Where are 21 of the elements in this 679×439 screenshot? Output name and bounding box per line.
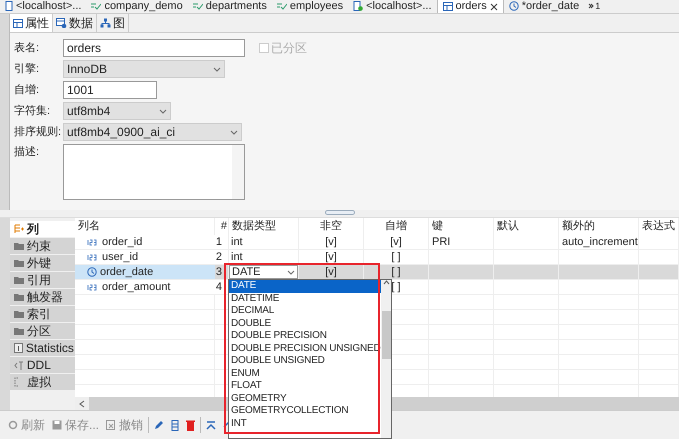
field-label: 引擎: <box>14 62 40 77</box>
cell-text: order_amount <box>102 280 170 295</box>
cell-text: order_date <box>100 264 154 280</box>
table-cell: 1 <box>215 235 229 249</box>
table-cell: [v] <box>299 235 364 249</box>
table-cell: [v] <box>364 235 429 249</box>
field-label: 排序规则: <box>14 124 62 140</box>
cell-text: order_id <box>102 234 142 250</box>
field-label: 描述: <box>14 145 40 160</box>
table-cell: int <box>229 235 299 249</box>
table-cell: int <box>229 250 299 264</box>
table-cell: 2 <box>215 250 229 264</box>
cell-text: user_id <box>102 250 138 265</box>
table-cell: [v] <box>299 250 364 264</box>
table-cell: [ ] <box>364 250 429 264</box>
table-cell: auto_increment <box>559 235 639 249</box>
field-label: 自增: <box>14 82 40 98</box>
field-label: 字符集: <box>14 104 52 119</box>
field-label: 表名: <box>14 40 40 56</box>
overflow-count: 1 <box>595 2 600 10</box>
table-cell: PRI <box>429 235 494 249</box>
